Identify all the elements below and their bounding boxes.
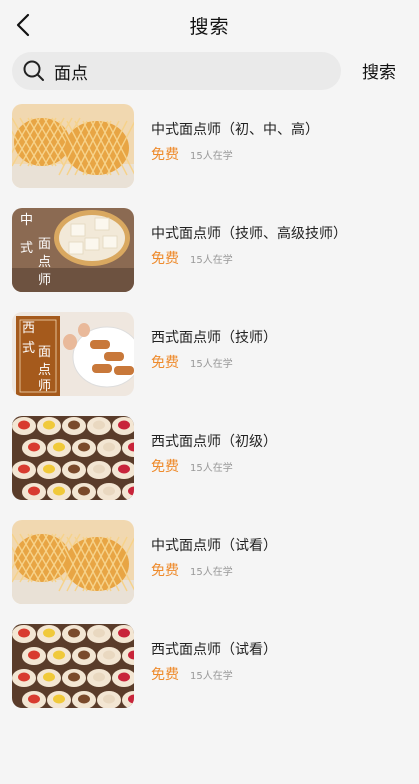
learner-count: 15人在学 <box>190 359 233 370</box>
course-title: 中式面点师（初、中、高） <box>151 122 319 138</box>
thumb-label-char: 点 <box>38 255 51 270</box>
thumb-label-char: 面 <box>38 237 51 252</box>
thumb-label-char: 西 <box>22 321 35 336</box>
chevron-left-icon <box>16 13 30 37</box>
course-title: 中式面点师（试看） <box>151 538 277 554</box>
search-bar: 搜索 <box>12 52 407 90</box>
course-thumbnail <box>12 104 134 188</box>
thumb-label-char: 点 <box>38 363 51 378</box>
course-item[interactable]: 西式面点师 西式面点师（技师） 免费 15人在学 <box>0 312 419 416</box>
course-price: 免费 <box>151 147 179 163</box>
search-box[interactable] <box>12 52 341 90</box>
course-title: 西式面点师（初级） <box>151 434 277 450</box>
search-icon <box>22 59 46 83</box>
learner-count: 15人在学 <box>190 255 233 266</box>
search-button[interactable]: 搜索 <box>362 58 396 83</box>
course-thumbnail: 中式面点师 <box>12 208 134 292</box>
course-item[interactable]: 中式面点师 中式面点师（技师、高级技师） 免费 15人在学 <box>0 208 419 312</box>
course-list: 中式面点师（初、中、高） 免费 15人在学中式面点师中式面点师（技师、高级技师） 免费… <box>0 104 419 728</box>
back-button[interactable] <box>10 10 36 40</box>
thumb-label-char: 师 <box>38 273 51 288</box>
course-thumbnail <box>12 624 134 708</box>
course-item[interactable]: 西式面点师（试看） 免费 15人在学 <box>0 624 419 728</box>
course-item[interactable]: 中式面点师（初、中、高） 免费 15人在学 <box>0 104 419 208</box>
search-input[interactable] <box>54 61 304 81</box>
course-price: 免费 <box>151 459 179 475</box>
course-thumbnail <box>12 416 134 500</box>
thumb-label-char: 中 <box>20 213 33 228</box>
header-bar: 搜索 <box>0 0 419 50</box>
thumb-label-char: 面 <box>38 345 51 360</box>
course-thumbnail: 西式面点师 <box>12 312 134 396</box>
course-price: 免费 <box>151 355 179 371</box>
course-item[interactable]: 中式面点师（试看） 免费 15人在学 <box>0 520 419 624</box>
thumb-label-char: 式 <box>22 341 35 356</box>
page-title: 搜索 <box>189 15 230 38</box>
thumb-label-char: 师 <box>38 379 51 394</box>
learner-count: 15人在学 <box>190 151 233 162</box>
course-price: 免费 <box>151 563 179 579</box>
course-item[interactable]: 西式面点师（初级） 免费 15人在学 <box>0 416 419 520</box>
thumb-label-char: 式 <box>20 241 33 256</box>
learner-count: 15人在学 <box>190 567 233 578</box>
course-title: 西式面点师（技师） <box>151 330 277 346</box>
course-thumbnail <box>12 520 134 604</box>
learner-count: 15人在学 <box>190 463 233 474</box>
course-price: 免费 <box>151 251 179 267</box>
learner-count: 15人在学 <box>190 671 233 682</box>
course-title: 西式面点师（试看） <box>151 642 277 658</box>
course-title: 中式面点师（技师、高级技师） <box>151 226 347 242</box>
course-price: 免费 <box>151 667 179 683</box>
